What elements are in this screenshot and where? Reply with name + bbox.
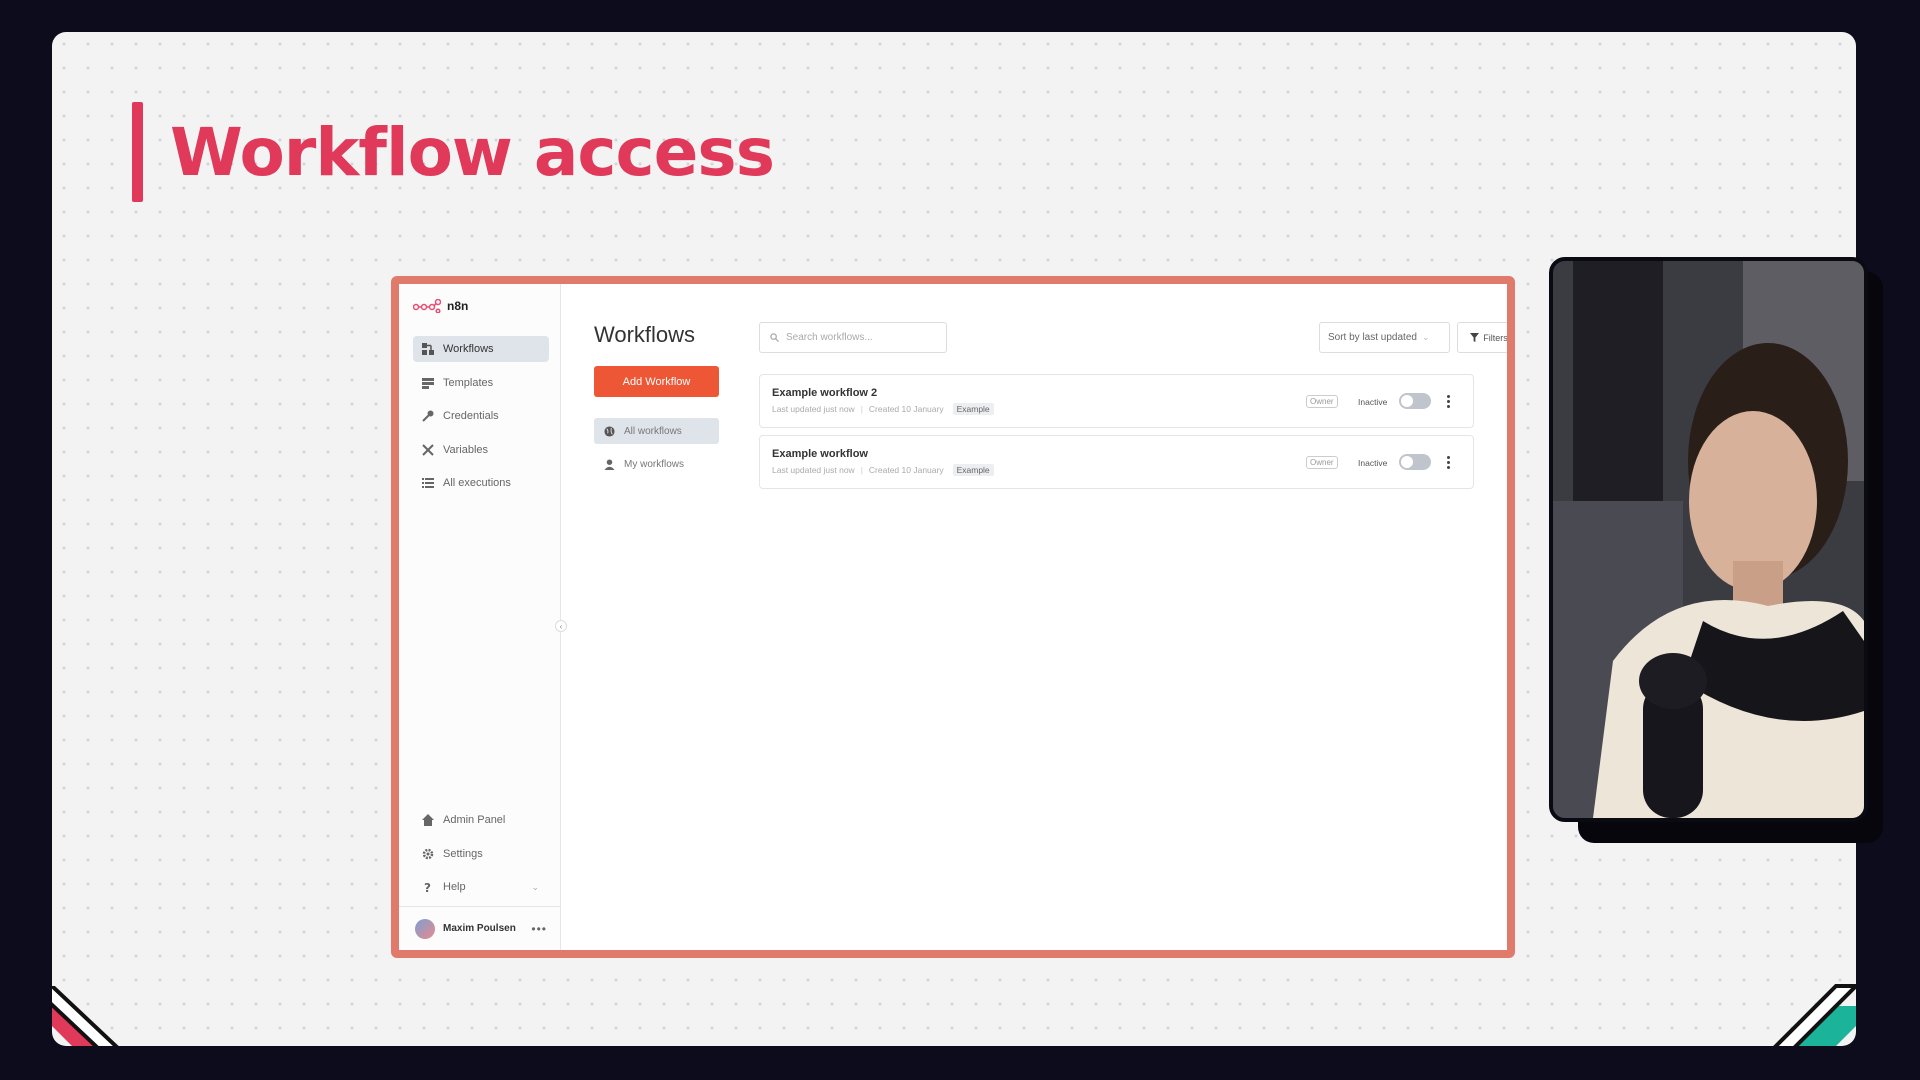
meta-separator: | bbox=[860, 404, 863, 414]
active-toggle[interactable] bbox=[1399, 454, 1431, 470]
sidebar-item-label: Settings bbox=[443, 847, 483, 860]
workflow-updated: Last updated just now bbox=[772, 465, 855, 475]
question-icon: ? bbox=[424, 881, 431, 893]
sidebar-item-settings[interactable]: Settings bbox=[413, 841, 549, 867]
workflow-name[interactable]: Example workflow bbox=[772, 448, 868, 460]
list-icon bbox=[422, 478, 434, 489]
workflow-list: Example workflow 2 Last updated just now… bbox=[759, 374, 1474, 496]
chevron-down-icon: ⌄ bbox=[531, 881, 539, 892]
workflow-card[interactable]: Example workflow 2 Last updated just now… bbox=[759, 374, 1474, 428]
filters-button[interactable]: Filters bbox=[1457, 322, 1508, 353]
active-toggle[interactable] bbox=[1399, 393, 1431, 409]
n8n-logo-icon bbox=[413, 299, 441, 313]
sidebar-item-label: Credentials bbox=[443, 410, 499, 423]
workflow-created: Created 10 January bbox=[868, 404, 944, 414]
title-accent-bar bbox=[132, 102, 143, 202]
owner-badge: Owner bbox=[1306, 456, 1338, 469]
user-name: Maxim Poulsen bbox=[443, 923, 516, 934]
avatar bbox=[415, 918, 435, 939]
sidebar-item-admin-panel[interactable]: Admin Panel bbox=[413, 807, 549, 833]
filter-label: All workflows bbox=[624, 425, 682, 437]
sidebar-item-variables[interactable]: Variables bbox=[413, 437, 549, 463]
key-icon bbox=[422, 410, 434, 422]
sidebar-nav: Workflows Templates Credentials Variable… bbox=[413, 336, 549, 504]
sidebar-item-workflows[interactable]: Workflows bbox=[413, 336, 549, 362]
toggle-knob bbox=[1401, 456, 1413, 468]
collapse-sidebar-button[interactable]: ‹ bbox=[555, 620, 567, 632]
filter-all-workflows[interactable]: All workflows bbox=[594, 418, 719, 444]
user-icon bbox=[604, 458, 615, 470]
search-box bbox=[759, 322, 947, 353]
sort-dropdown[interactable]: Sort by last updated ⌄ bbox=[1319, 322, 1450, 353]
variables-icon bbox=[422, 444, 434, 456]
sidebar-item-label: Help bbox=[443, 881, 466, 894]
search-input[interactable] bbox=[786, 332, 936, 343]
toggle-knob bbox=[1401, 395, 1413, 407]
workflow-updated: Last updated just now bbox=[772, 404, 855, 414]
search-icon bbox=[770, 333, 779, 342]
templates-icon bbox=[422, 377, 434, 389]
logo[interactable]: n8n bbox=[413, 299, 468, 313]
sidebar-item-credentials[interactable]: Credentials bbox=[413, 403, 549, 429]
slide-title: Workflow access bbox=[170, 114, 775, 191]
workflow-card[interactable]: Example workflow Last updated just now |… bbox=[759, 435, 1474, 489]
add-workflow-button[interactable]: Add Workflow bbox=[594, 366, 719, 397]
svg-text:?: ? bbox=[424, 881, 431, 893]
sidebar-item-label: Admin Panel bbox=[443, 814, 506, 826]
workflow-tag[interactable]: Example bbox=[952, 403, 994, 415]
home-icon bbox=[422, 814, 434, 826]
workflows-icon bbox=[422, 343, 434, 355]
sidebar-bottom-nav: Admin Panel Settings ? Help ⌄ bbox=[413, 807, 549, 908]
logo-text: n8n bbox=[447, 299, 469, 313]
globe-icon bbox=[604, 425, 615, 437]
gear-icon bbox=[422, 848, 434, 859]
status-text: Inactive bbox=[1358, 397, 1388, 407]
sidebar: n8n Workflows Templates Credentials Vari… bbox=[399, 284, 561, 950]
workflow-created: Created 10 January bbox=[868, 465, 944, 475]
webcam-video bbox=[1549, 257, 1868, 822]
workflow-meta: Last updated just now | Created 10 Janua… bbox=[772, 464, 994, 476]
status-text: Inactive bbox=[1358, 458, 1388, 468]
sidebar-item-label: All executions bbox=[443, 477, 511, 490]
more-options-icon[interactable] bbox=[1443, 391, 1453, 411]
page-title: Workflows bbox=[594, 322, 696, 347]
sort-label: Sort by last updated bbox=[1328, 332, 1417, 343]
more-options-icon[interactable] bbox=[1443, 452, 1453, 472]
chevron-down-icon: ⌄ bbox=[1421, 332, 1430, 342]
more-options-icon[interactable]: ••• bbox=[531, 922, 547, 936]
corner-decoration-left bbox=[52, 986, 119, 1046]
sidebar-item-help[interactable]: ? Help ⌄ bbox=[413, 874, 549, 900]
workflow-tag[interactable]: Example bbox=[952, 464, 994, 476]
presenter-image bbox=[1553, 261, 1864, 818]
filter-icon bbox=[1470, 333, 1480, 342]
filter-my-workflows[interactable]: My workflows bbox=[594, 451, 719, 477]
workflow-filter-list: All workflows My workflows bbox=[594, 418, 719, 484]
corner-decoration-right bbox=[1773, 984, 1856, 1046]
meta-separator: | bbox=[860, 465, 863, 475]
sidebar-item-label: Templates bbox=[443, 376, 494, 389]
sidebar-item-label: Workflows bbox=[443, 343, 494, 355]
filter-label: My workflows bbox=[624, 458, 685, 470]
owner-badge: Owner bbox=[1306, 395, 1338, 408]
workflow-name[interactable]: Example workflow 2 bbox=[772, 387, 877, 399]
n8n-app-screenshot: n8n Workflows Templates Credentials Vari… bbox=[391, 276, 1515, 958]
workflow-meta: Last updated just now | Created 10 Janua… bbox=[772, 403, 994, 415]
user-menu[interactable]: Maxim Poulsen ••• bbox=[399, 906, 561, 950]
sidebar-item-all-executions[interactable]: All executions bbox=[413, 470, 549, 496]
sidebar-item-label: Variables bbox=[443, 443, 489, 456]
sidebar-item-templates[interactable]: Templates bbox=[413, 370, 549, 396]
filters-button-label: Filters bbox=[1483, 332, 1508, 343]
